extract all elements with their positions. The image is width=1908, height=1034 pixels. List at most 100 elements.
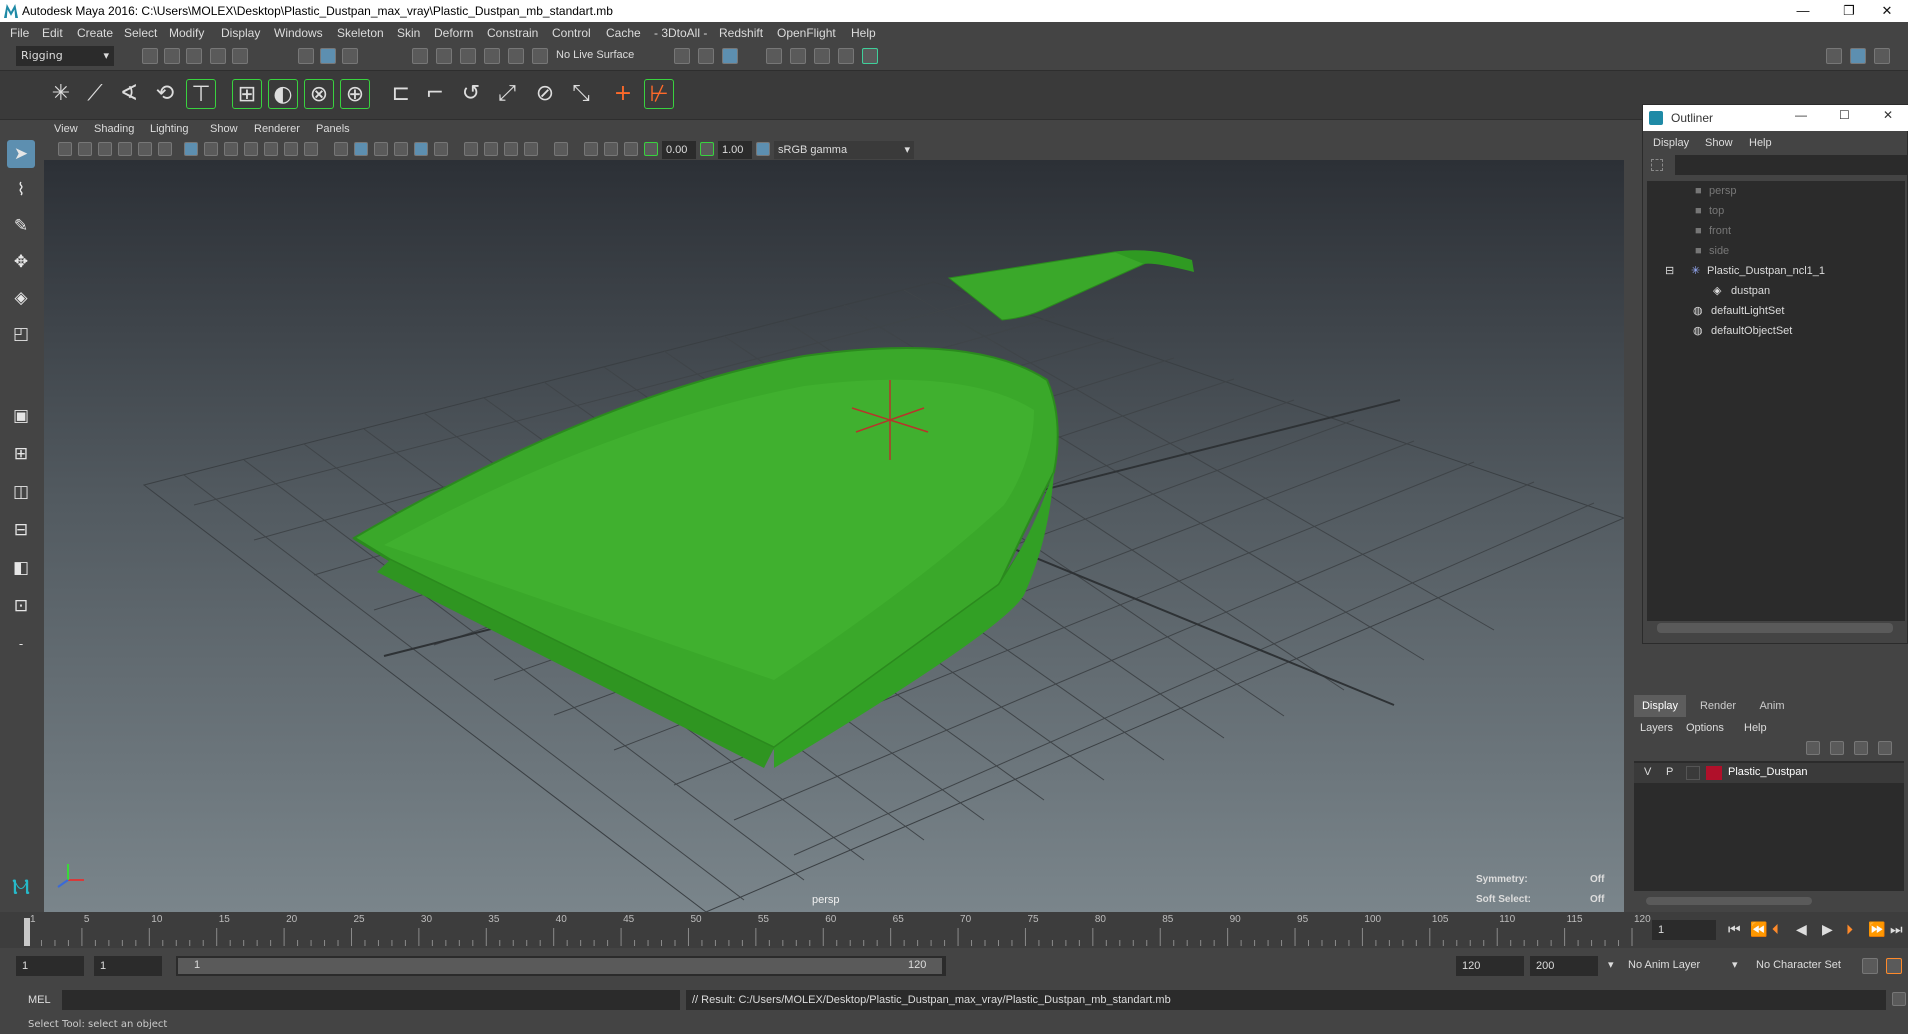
ipr-render-icon[interactable] bbox=[814, 48, 830, 64]
menu-windows[interactable]: Windows bbox=[274, 26, 323, 40]
scale-constraint-icon[interactable]: ⤢ bbox=[492, 79, 522, 109]
resolution-gate-icon[interactable] bbox=[224, 142, 238, 156]
ik-handle-icon[interactable]: ∢ bbox=[114, 79, 144, 109]
outliner-search-field[interactable] bbox=[1675, 155, 1907, 175]
range-slider[interactable]: 1 120 bbox=[176, 956, 946, 976]
menu-modify[interactable]: Modify bbox=[169, 26, 204, 40]
snap-grid-icon[interactable] bbox=[412, 48, 428, 64]
mirror-joint-icon[interactable]: + bbox=[608, 79, 638, 109]
wrap-icon[interactable]: ⊕ bbox=[340, 79, 370, 109]
undo-icon[interactable] bbox=[210, 48, 226, 64]
attribute-editor-toggle-icon[interactable] bbox=[1874, 48, 1890, 64]
script-editor-icon[interactable] bbox=[1892, 992, 1906, 1006]
chevron-down-icon[interactable]: ▾ bbox=[1732, 958, 1738, 971]
menu-cache[interactable]: Cache bbox=[606, 26, 641, 40]
layer-reference-toggle[interactable] bbox=[1686, 766, 1700, 780]
outliner-menu-help[interactable]: Help bbox=[1749, 137, 1772, 149]
snap-point-icon[interactable] bbox=[460, 48, 476, 64]
outliner-menu-display[interactable]: Display bbox=[1653, 137, 1689, 149]
rotate-tool-icon[interactable]: ◈ bbox=[7, 284, 35, 312]
outliner-item-persp[interactable]: ■ persp bbox=[1695, 181, 1737, 201]
step-back-icon[interactable]: ⏪ bbox=[1750, 921, 1767, 938]
exposure-icon[interactable] bbox=[644, 142, 658, 156]
outliner-menu-show[interactable]: Show bbox=[1705, 137, 1733, 149]
layers-menu-options[interactable]: Options bbox=[1686, 722, 1724, 734]
field-chart-icon[interactable] bbox=[264, 142, 278, 156]
menu-redshift[interactable]: Redshift bbox=[719, 26, 763, 40]
start-frame-field[interactable]: 1 bbox=[16, 956, 84, 976]
layers-menu-layers[interactable]: Layers bbox=[1640, 722, 1673, 734]
parent-constraint-icon[interactable]: ⊏ bbox=[386, 79, 416, 109]
gate-mask-icon[interactable] bbox=[244, 142, 258, 156]
color-space-dropdown[interactable]: sRGB gamma ▾ bbox=[774, 141, 914, 159]
2d-pan-zoom-icon[interactable] bbox=[138, 142, 152, 156]
snap-curve-icon[interactable] bbox=[436, 48, 452, 64]
menu-edit[interactable]: Edit bbox=[42, 26, 63, 40]
xray-icon[interactable] bbox=[584, 142, 598, 156]
outliner-item-dustpan[interactable]: ◈ dustpan bbox=[1713, 281, 1770, 301]
range-slider-handle[interactable] bbox=[178, 958, 942, 974]
hypershade-layout-icon[interactable]: ◧ bbox=[7, 554, 35, 582]
menu-control[interactable]: Control bbox=[552, 26, 591, 40]
tab-render[interactable]: Render bbox=[1690, 695, 1746, 717]
image-plane-icon[interactable] bbox=[118, 142, 132, 156]
outliner-item-top[interactable]: ■ top bbox=[1695, 201, 1724, 221]
viewport-menu-renderer[interactable]: Renderer bbox=[254, 123, 300, 135]
layers-menu-help[interactable]: Help bbox=[1744, 722, 1767, 734]
menu-constrain[interactable]: Constrain bbox=[487, 26, 538, 40]
persp-graph-icon[interactable]: ⊟ bbox=[7, 516, 35, 544]
outliner-item-front[interactable]: ■ front bbox=[1695, 221, 1731, 241]
paint-select-icon[interactable]: ✎ bbox=[7, 212, 35, 240]
wireframe-icon[interactable] bbox=[334, 142, 348, 156]
open-scene-icon[interactable] bbox=[164, 48, 180, 64]
safe-title-icon[interactable] bbox=[304, 142, 318, 156]
live-surface-label[interactable]: No Live Surface bbox=[556, 49, 634, 61]
shadows-icon[interactable] bbox=[434, 142, 448, 156]
chevron-down-icon[interactable]: ▾ bbox=[1608, 958, 1614, 971]
outliner-horizontal-scrollbar[interactable] bbox=[1657, 623, 1893, 633]
menu-help[interactable]: Help bbox=[851, 26, 876, 40]
textured-icon[interactable] bbox=[394, 142, 408, 156]
viewport-menu-lighting[interactable]: Lighting bbox=[150, 123, 189, 135]
insert-joint-icon[interactable]: ⟋ bbox=[80, 79, 110, 109]
go-to-start-icon[interactable]: ⏮ bbox=[1728, 921, 1741, 938]
snap-view-plane-icon[interactable] bbox=[484, 48, 500, 64]
menu-skin[interactable]: Skin bbox=[397, 26, 420, 40]
layer-visibility-toggle[interactable]: V bbox=[1644, 766, 1651, 778]
exposure-field[interactable]: 0.00 bbox=[662, 141, 696, 159]
select-object-icon[interactable] bbox=[320, 48, 336, 64]
joint-tool-icon[interactable]: ✳ bbox=[46, 79, 76, 109]
render-frame-icon[interactable] bbox=[790, 48, 806, 64]
animation-prefs-icon[interactable] bbox=[1886, 958, 1902, 974]
motion-blur-icon[interactable] bbox=[484, 142, 498, 156]
magnet-icon[interactable] bbox=[532, 48, 548, 64]
viewport-menu-show[interactable]: Show bbox=[210, 123, 238, 135]
layer-playback-toggle[interactable]: P bbox=[1666, 766, 1673, 778]
step-forward-key-icon[interactable]: ⏵ bbox=[1846, 921, 1853, 938]
camera-select-icon[interactable] bbox=[58, 142, 72, 156]
layers-horizontal-scrollbar[interactable] bbox=[1646, 897, 1812, 905]
outliner-maximize-button[interactable]: ☐ bbox=[1839, 108, 1850, 122]
channel-box-toggle-icon[interactable] bbox=[1850, 48, 1866, 64]
menu-deform[interactable]: Deform bbox=[434, 26, 473, 40]
playback-start-field[interactable]: 1 bbox=[94, 956, 162, 976]
auto-key-icon[interactable] bbox=[1862, 958, 1878, 974]
viewport-menu-shading[interactable]: Shading bbox=[94, 123, 134, 135]
menu-select[interactable]: Select bbox=[124, 26, 157, 40]
move-tool-icon[interactable]: ✥ bbox=[7, 248, 35, 276]
hik-icon[interactable]: ⊬ bbox=[644, 79, 674, 109]
select-tool-icon[interactable]: ➤ bbox=[7, 140, 35, 168]
grid-toggle-icon[interactable] bbox=[184, 142, 198, 156]
render-view-icon[interactable] bbox=[766, 48, 782, 64]
use-all-lights-icon[interactable] bbox=[414, 142, 428, 156]
anti-aliasing-icon[interactable] bbox=[504, 142, 518, 156]
layer-row[interactable]: V P Plastic_Dustpan bbox=[1634, 763, 1904, 783]
aim-constraint-icon[interactable]: ⊘ bbox=[530, 79, 560, 109]
tab-anim[interactable]: Anim bbox=[1748, 695, 1796, 717]
anim-layer-dropdown[interactable]: No Anim Layer bbox=[1628, 959, 1700, 971]
maya-home-icon[interactable]: Ⲙ bbox=[7, 874, 35, 902]
close-button[interactable]: ✕ bbox=[1864, 0, 1908, 22]
play-backwards-icon[interactable]: ◀ bbox=[1796, 921, 1807, 938]
film-gate-icon[interactable] bbox=[204, 142, 218, 156]
new-layer-selected-icon[interactable] bbox=[1878, 741, 1892, 755]
